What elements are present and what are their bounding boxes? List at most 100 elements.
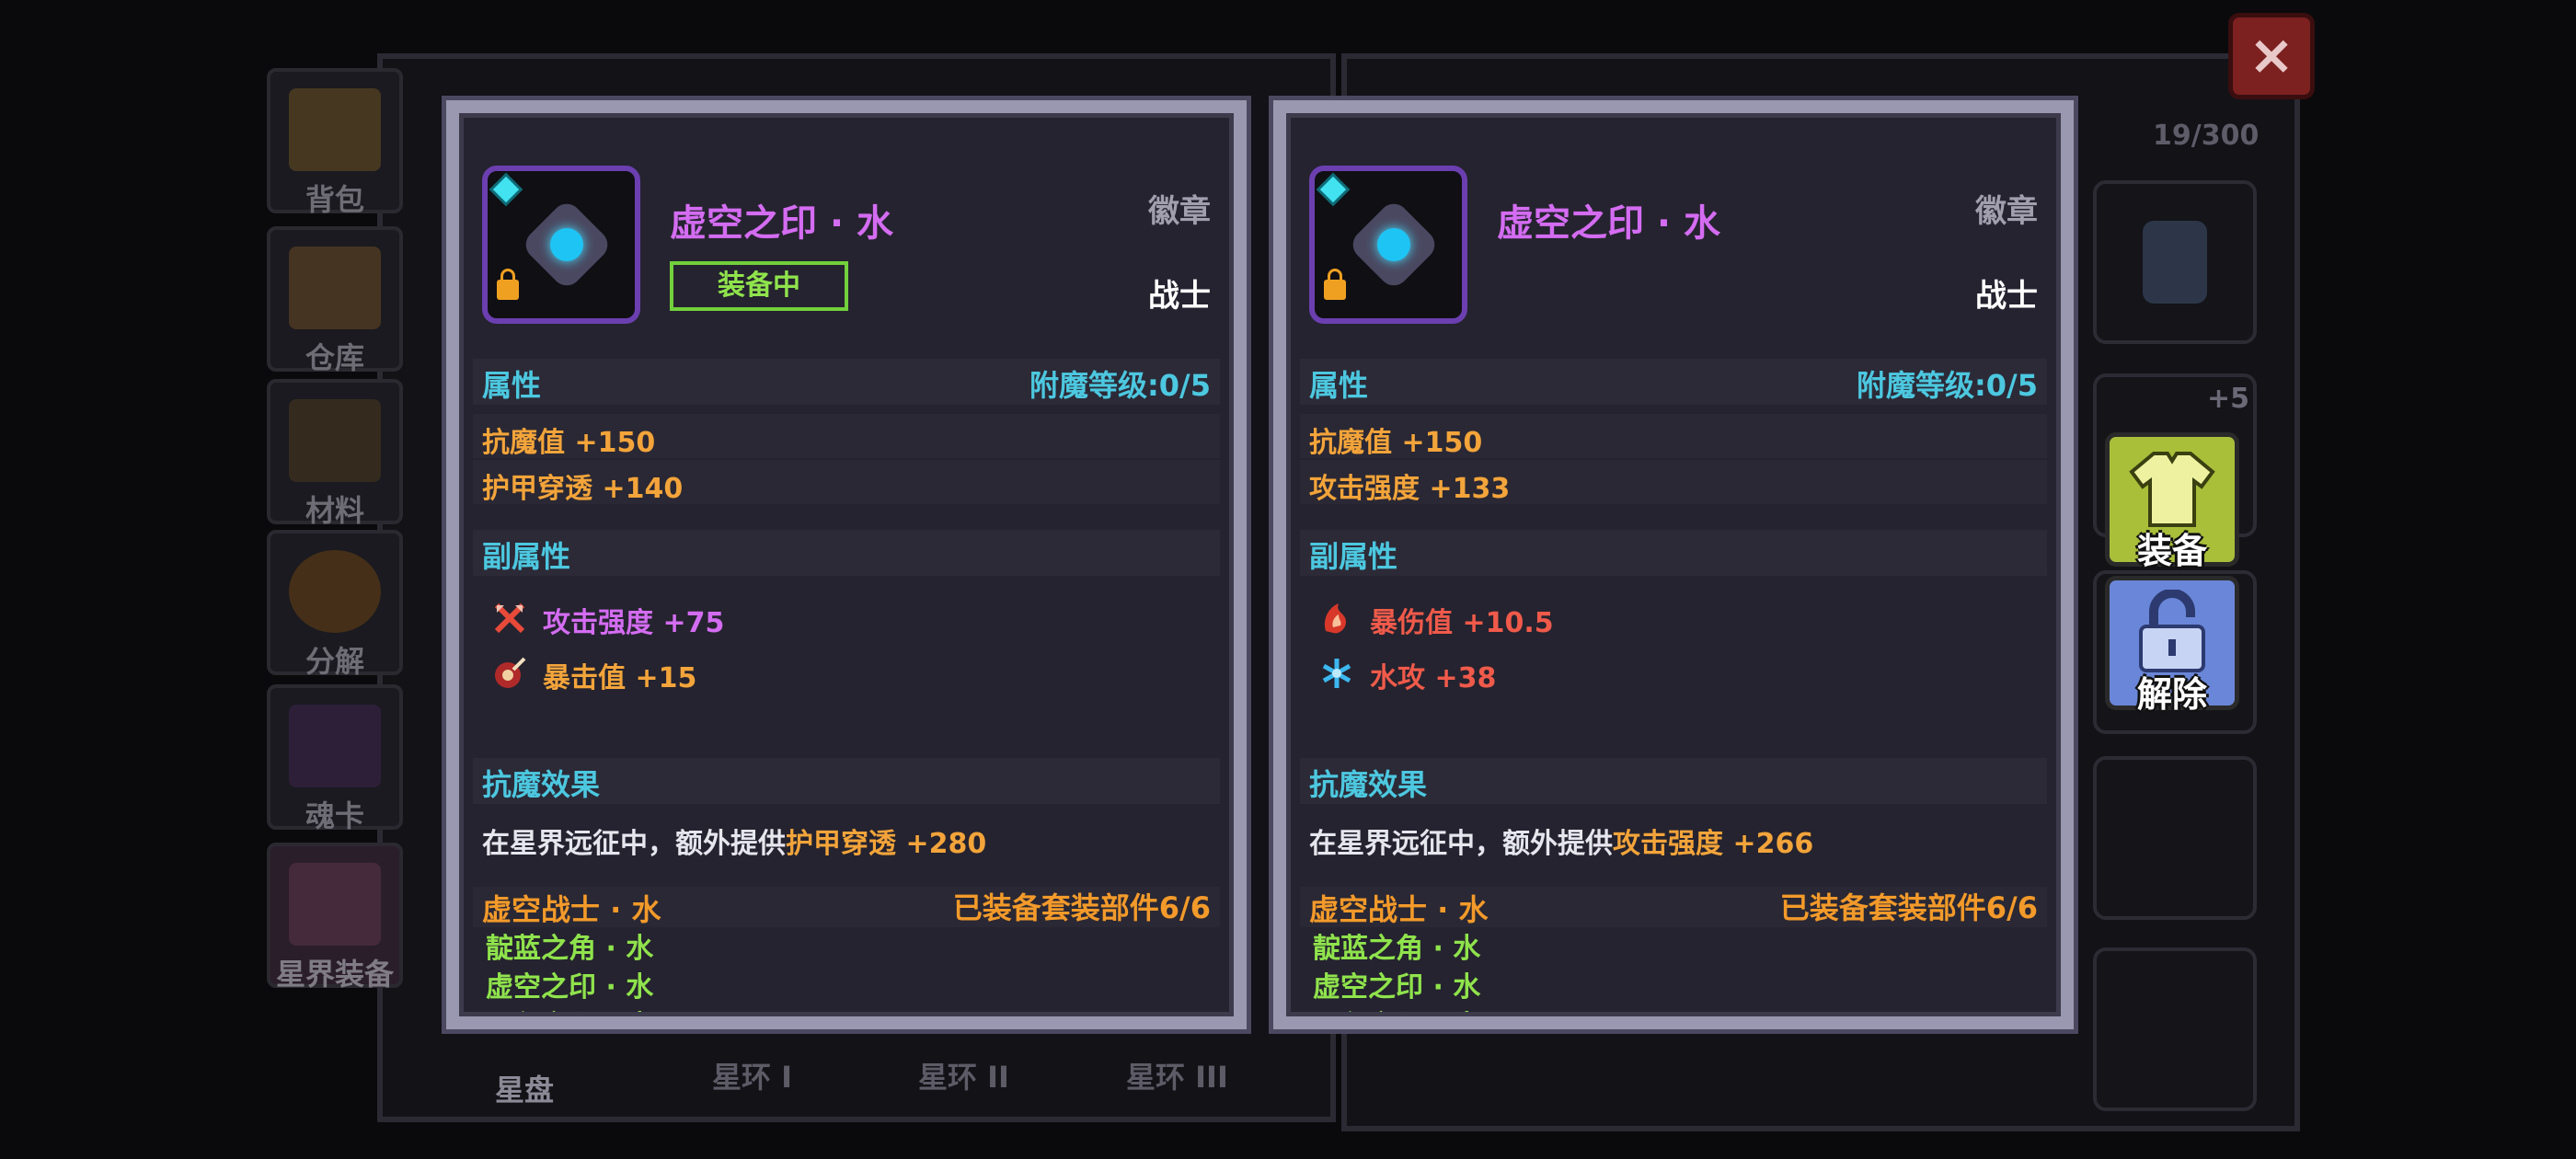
side-tab-label: 魂卡	[305, 798, 364, 833]
item-icon-frame	[1309, 166, 1467, 324]
inventory-counter: 19/300	[2153, 120, 2260, 152]
main-stat: 护甲穿透 +140	[482, 473, 684, 505]
main-stat-row: 攻击强度 +133	[1300, 460, 2047, 505]
lock-icon[interactable]	[497, 269, 519, 300]
sub-attributes-header: 副属性	[473, 530, 1220, 576]
item-class: 战士	[1975, 278, 2038, 315]
compare-item-panel: 虚空之印 · 水 徽章 战士 属性 附魔等级:0/5 抗魔值 +150 攻击强度…	[1269, 96, 2078, 1034]
unlock-icon	[2139, 590, 2205, 672]
item-type: 徽章	[1148, 193, 1211, 230]
bottom-tab-star-disk[interactable]: 星盘	[495, 1067, 554, 1109]
item-type: 徽章	[1975, 193, 2038, 230]
side-tab-label: 分解	[305, 644, 364, 679]
section-title: 属性	[1309, 368, 1369, 403]
sub-stat-row: 水攻 +38	[1309, 649, 2038, 699]
section-title: 抗魔效果	[482, 767, 601, 802]
set-item: 远程之心 · 水	[486, 1003, 653, 1012]
unlock-button-label: 解除	[2136, 674, 2207, 715]
bottom-tab-ring-3[interactable]: 星环 III	[1126, 1054, 1228, 1096]
enchant-level: 附魔等级:0/5	[1029, 368, 1211, 403]
effect-highlight: 护甲穿透 +280	[786, 828, 987, 860]
attributes-header: 属性 附魔等级:0/5	[473, 359, 1220, 405]
effect-header: 抗魔效果	[473, 758, 1220, 804]
section-title: 抗魔效果	[1309, 767, 1428, 802]
close-button[interactable]: ×	[2228, 13, 2315, 99]
panel-content: 虚空之印 · 水 徽章 装备中 战士 属性 附魔等级:0/5 抗魔值 +150 …	[459, 113, 1234, 1016]
badge-amulet-icon	[520, 198, 614, 292]
equip-button-label: 装备	[2136, 531, 2207, 571]
equipped-badge: 装备中	[670, 261, 848, 311]
panel-content: 虚空之印 · 水 徽章 战士 属性 附魔等级:0/5 抗魔值 +150 攻击强度…	[1286, 113, 2061, 1016]
badge-amulet-icon	[1347, 198, 1441, 292]
side-tab-label: 星界装备	[275, 957, 394, 992]
item-class: 战士	[1148, 278, 1211, 315]
set-name: 虚空战士 · 水	[1309, 892, 1489, 927]
effect-prefix: 在星界远征中，额外提供	[1309, 828, 1613, 860]
shirt-icon	[2129, 452, 2215, 527]
side-tab-label: 背包	[305, 182, 364, 217]
sub-stat-row: 暴伤值 +10.5	[1309, 594, 2038, 644]
sword-icon	[494, 602, 525, 634]
side-tab-astral-gear[interactable]: 星界装备	[267, 843, 403, 992]
effect-header: 抗魔效果	[1300, 758, 2047, 804]
chest-icon	[289, 88, 381, 171]
side-tab-storage[interactable]: 仓库	[267, 226, 403, 375]
crit-icon	[495, 657, 526, 688]
effect-description: 在星界远征中，额外提供护甲穿透 +280	[482, 820, 986, 861]
storage-chest-icon	[289, 247, 381, 329]
item-name: 虚空之印 · 水	[670, 202, 894, 245]
crit-damage-icon	[1324, 603, 1346, 634]
attributes-header: 属性 附魔等级:0/5	[1300, 359, 2047, 405]
sub-stat: 水攻 +38	[1370, 662, 1497, 694]
main-stat-row: 抗魔值 +150	[473, 414, 1220, 459]
set-name: 虚空战士 · 水	[482, 892, 661, 927]
item-icon-frame	[482, 166, 640, 324]
sub-attributes-header: 副属性	[1300, 530, 2047, 576]
set-item: 靛蓝之角 · 水	[1313, 933, 1481, 965]
set-count: 已装备套装部件6/6	[1779, 890, 2038, 925]
materials-icon	[289, 399, 381, 482]
sub-stat-row: 暴击值 +15	[482, 649, 1211, 699]
soul-card-icon	[289, 705, 381, 787]
slot-enhance-level: +5	[2206, 383, 2249, 415]
bottom-tab-ring-1[interactable]: 星环 I	[712, 1054, 792, 1096]
main-stat-row: 护甲穿透 +140	[473, 460, 1220, 505]
side-tab-backpack[interactable]: 背包	[267, 68, 403, 217]
equipped-item-panel: 虚空之印 · 水 徽章 装备中 战士 属性 附魔等级:0/5 抗魔值 +150 …	[442, 96, 1251, 1034]
effect-highlight: 攻击强度 +266	[1613, 828, 1814, 860]
effect-prefix: 在星界远征中，额外提供	[482, 828, 786, 860]
enchant-level: 附魔等级:0/5	[1856, 368, 2038, 403]
inventory-slot[interactable]	[2093, 180, 2257, 344]
side-tab-materials[interactable]: 材料	[267, 379, 403, 528]
main-stat: 抗魔值 +150	[482, 427, 656, 459]
side-tab-dismantle[interactable]: 分解	[267, 530, 403, 679]
set-item: 远程之心 · 水	[1313, 1003, 1480, 1012]
unlock-button[interactable]: 解除	[2105, 576, 2239, 715]
inventory-slot[interactable]	[2093, 756, 2257, 920]
item-name: 虚空之印 · 水	[1497, 202, 1721, 245]
set-count: 已装备套装部件6/6	[952, 890, 1211, 925]
lock-icon[interactable]	[1324, 269, 1346, 300]
set-item: 虚空之印 · 水	[1313, 971, 1481, 1004]
effect-description: 在星界远征中，额外提供攻击强度 +266	[1309, 820, 1813, 861]
equip-button[interactable]: 装备	[2105, 432, 2239, 571]
main-stat-row: 抗魔值 +150	[1300, 414, 2047, 459]
inventory-slot[interactable]	[2093, 947, 2257, 1111]
astral-gear-icon	[289, 863, 381, 946]
sub-stat: 暴伤值 +10.5	[1370, 607, 1554, 639]
set-item: 虚空之印 · 水	[486, 971, 654, 1004]
section-title: 属性	[482, 368, 542, 403]
main-stat: 抗魔值 +150	[1309, 427, 1483, 459]
sub-stat: 攻击强度 +75	[543, 607, 725, 639]
dismantle-icon	[289, 550, 381, 633]
side-tab-label: 仓库	[305, 340, 364, 375]
bottom-tab-ring-2[interactable]: 星环 II	[918, 1054, 1009, 1096]
gem-icon	[1319, 176, 1347, 203]
sub-stat: 暴击值 +15	[543, 662, 697, 694]
gem-icon	[492, 176, 520, 203]
section-title: 副属性	[1309, 539, 1398, 574]
side-tab-soul-card[interactable]: 魂卡	[267, 684, 403, 833]
water-attack-icon	[1322, 659, 1351, 688]
sub-stat-row: 攻击强度 +75	[482, 594, 1211, 644]
side-tab-label: 材料	[305, 493, 364, 528]
